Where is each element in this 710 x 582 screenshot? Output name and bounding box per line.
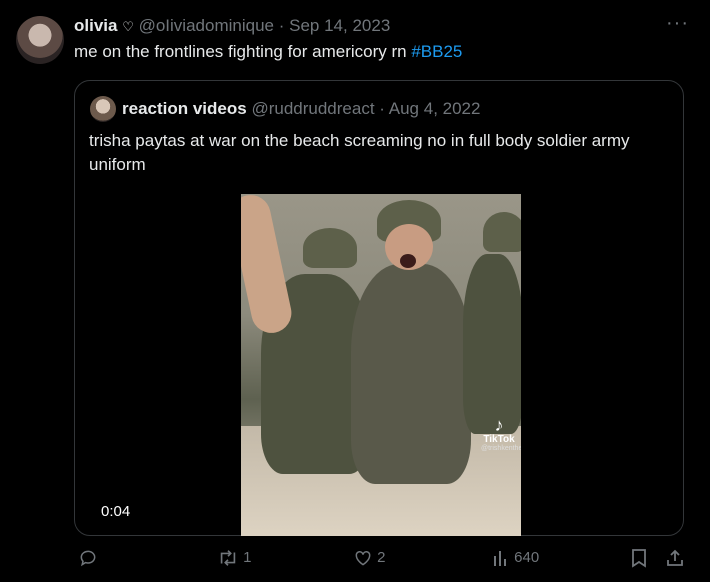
tweet-date[interactable]: Sep 14, 2023 (289, 16, 390, 35)
author-name[interactable]: olivia (74, 16, 117, 35)
tweet-text: me on the frontlines fighting for americ… (74, 42, 462, 62)
quote-date: Aug 4, 2022 (388, 99, 481, 118)
tiktok-label: TikTok (483, 434, 515, 445)
views-count: 640 (514, 548, 540, 566)
reply-button[interactable] (78, 548, 98, 568)
verified-heart-icon: ♡ (122, 19, 134, 34)
author-handle[interactable]: @oIiviadominique (139, 16, 274, 35)
open-mouth (400, 254, 416, 268)
quote-author-name: reaction videos (122, 99, 247, 118)
quote-avatar (90, 96, 116, 122)
like-count: 2 (377, 548, 386, 566)
soldier-center (351, 264, 471, 484)
reply-icon (80, 550, 96, 567)
share-icon (667, 549, 683, 566)
views-icon (494, 551, 506, 566)
avatar[interactable] (16, 16, 64, 64)
views-button[interactable]: 640 (492, 548, 539, 568)
helmet-right (483, 212, 521, 252)
separator: · (278, 16, 285, 35)
quote-author-handle: @ruddruddreact (251, 99, 375, 118)
video-player[interactable]: ♪ TikTok @trishkenthe (241, 194, 521, 536)
bookmark-button[interactable] (630, 548, 648, 568)
quote-header: reaction videos @ruddruddreact · Aug 4, … (122, 99, 480, 119)
tweet-header: olivia ♡ @oIiviadominique · Sep 14, 2023 (74, 16, 390, 36)
hashtag-link[interactable]: #BB25 (411, 42, 462, 61)
video-timestamp: 0:04 (101, 503, 131, 520)
quoted-tweet[interactable]: reaction videos @ruddruddreact · Aug 4, … (74, 80, 684, 536)
bookmark-icon (632, 549, 646, 568)
tiktok-watermark: ♪ TikTok @trishkenthe (481, 415, 521, 452)
like-button[interactable]: 2 (353, 548, 386, 568)
retweet-count: 1 (243, 548, 252, 566)
tweet-body: me on the frontlines fighting for americ… (74, 42, 412, 61)
helmet-left (303, 228, 357, 268)
tiktok-handle: @trishkenthe (481, 445, 521, 452)
more-icon[interactable]: ··· (666, 12, 689, 35)
retweet-button[interactable]: 1 (217, 548, 252, 568)
soldier-right (463, 254, 521, 434)
share-button[interactable] (665, 548, 685, 568)
heart-icon (355, 550, 371, 566)
quote-text: trisha paytas at war on the beach scream… (89, 131, 630, 174)
arm-left (241, 194, 296, 337)
separator: · (379, 99, 385, 118)
tiktok-icon: ♪ (494, 415, 504, 435)
retweet-icon (220, 550, 236, 566)
